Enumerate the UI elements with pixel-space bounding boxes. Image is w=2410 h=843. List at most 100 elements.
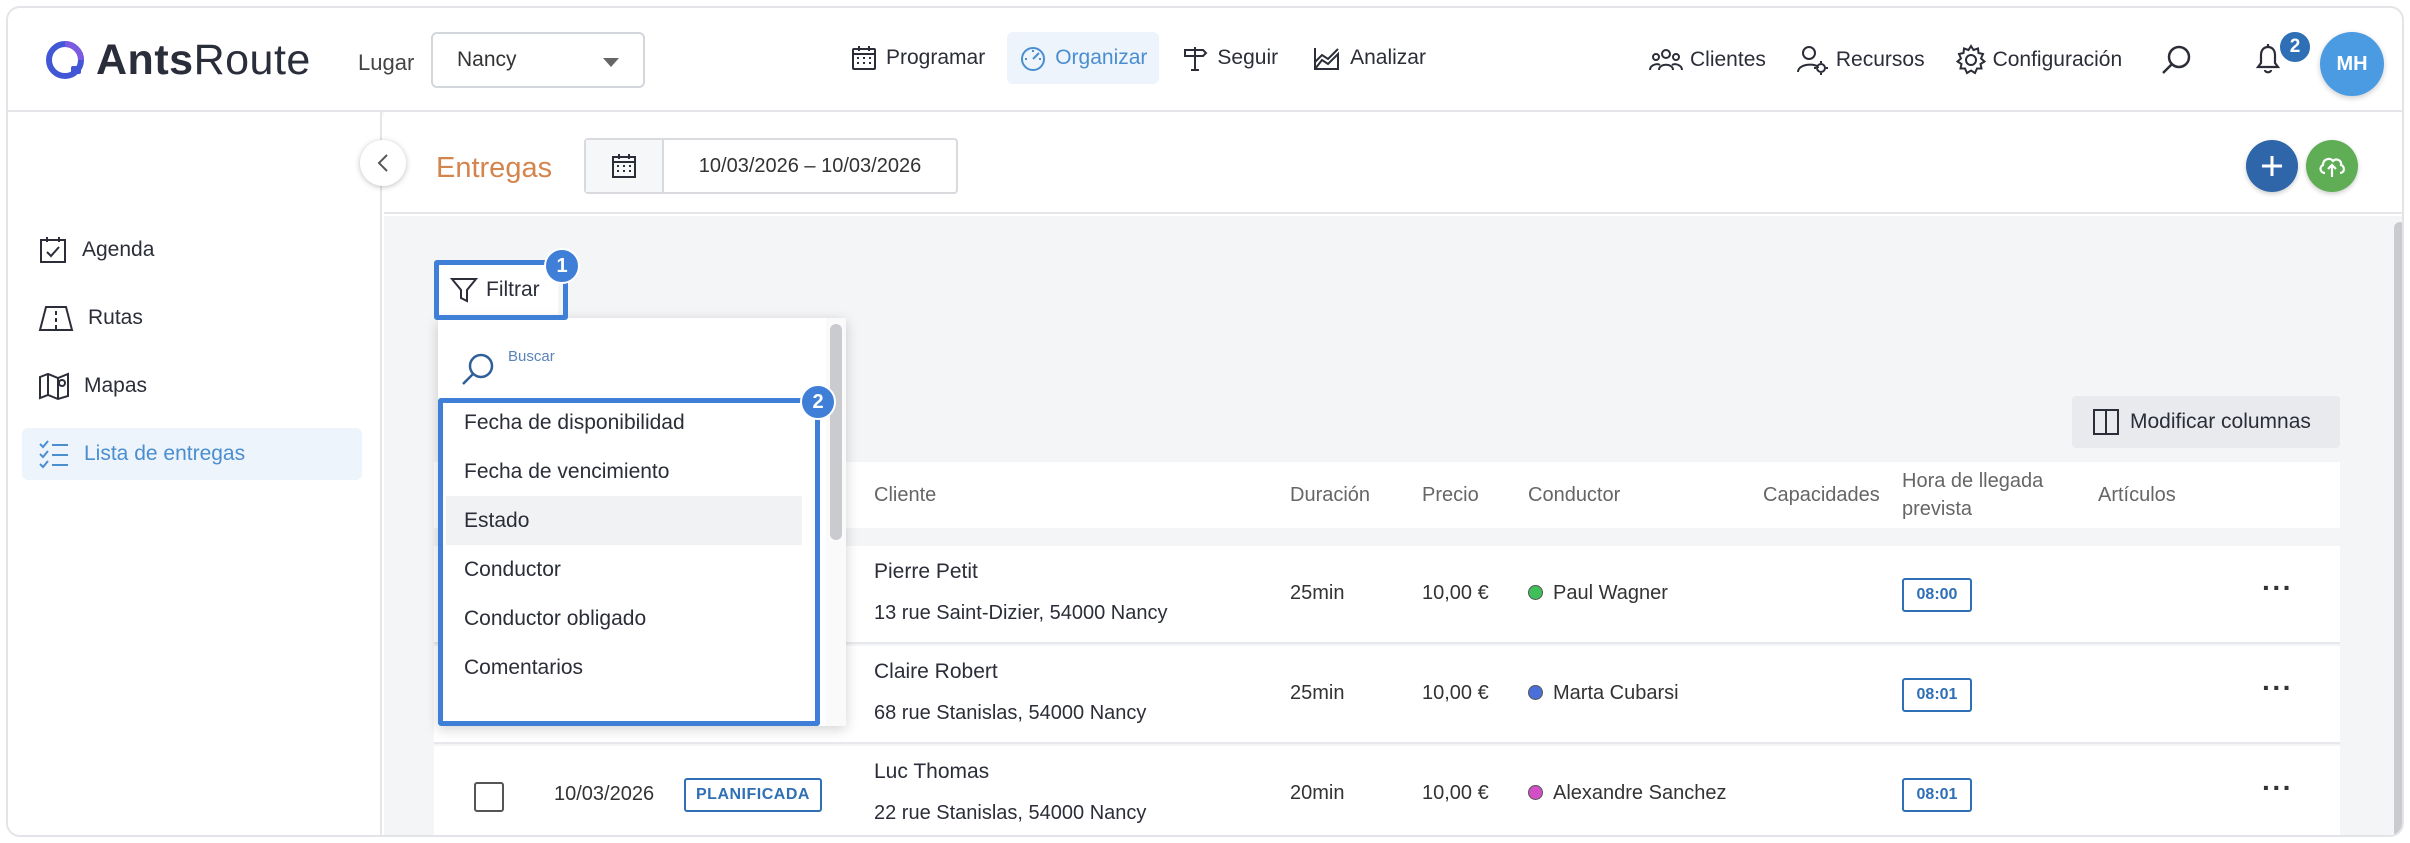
- column-header-hora[interactable]: Hora de llegada prevista: [1902, 462, 2043, 528]
- annotation-marker-2: 2: [800, 384, 836, 420]
- sidebar: Agenda Rutas Mapas Lista de entregas: [8, 112, 382, 835]
- main-scrollbar[interactable]: [2394, 222, 2402, 835]
- nav-analizar[interactable]: Analizar: [1300, 32, 1438, 84]
- nav-clientes-label: Clientes: [1690, 48, 1766, 71]
- date-cell: 10/03/2026: [554, 783, 655, 805]
- price-cell: 10,00 €: [1422, 782, 1489, 804]
- driver-color-dot: [1528, 785, 1543, 800]
- routes-icon: [38, 306, 74, 331]
- nav-programar-label: Programar: [886, 46, 986, 69]
- duration-cell: 20min: [1290, 782, 1345, 804]
- chevron-down-icon: [603, 58, 619, 67]
- nav-organizar[interactable]: Organizar: [1007, 32, 1160, 84]
- modify-columns-button[interactable]: Modificar columnas: [2072, 396, 2340, 448]
- client-name: Luc Thomas: [874, 760, 990, 783]
- filter-option[interactable]: Estado: [446, 496, 802, 545]
- map-icon: [39, 372, 69, 401]
- sidebar-item-label: Mapas: [84, 374, 148, 397]
- filter-button[interactable]: Filtrar: [434, 264, 558, 316]
- page-header: Entregas 10/03/2026 – 10/03/2026: [384, 112, 2402, 214]
- client-name: Pierre Petit: [874, 560, 978, 583]
- driver-cell: Alexandre Sanchez: [1528, 782, 1726, 805]
- nav-seguir[interactable]: Seguir: [1169, 32, 1290, 84]
- column-header-duracion[interactable]: Duración: [1290, 462, 1370, 528]
- signpost-icon: [1184, 47, 1208, 71]
- column-header-cliente[interactable]: Cliente: [874, 462, 936, 528]
- nav-recursos[interactable]: Recursos: [1796, 34, 1925, 86]
- search-icon: [462, 353, 494, 385]
- driver-name: Alexandre Sanchez: [1553, 782, 1727, 804]
- row-checkbox[interactable]: [474, 782, 504, 812]
- filter-dropdown: Buscar Fecha de disponibilidad Fecha de …: [438, 318, 846, 726]
- user-avatar[interactable]: MH: [2320, 32, 2384, 96]
- filter-option[interactable]: Fecha de vencimiento: [446, 447, 802, 496]
- search-button[interactable]: [2152, 34, 2200, 86]
- nav-recursos-label: Recursos: [1835, 48, 1925, 71]
- column-header-precio[interactable]: Precio: [1422, 462, 1479, 528]
- more-options-icon[interactable]: ···: [2262, 672, 2293, 704]
- calendar-icon: [852, 46, 876, 70]
- filter-option[interactable]: Conductor obligado: [446, 594, 802, 643]
- client-address: 68 rue Stanislas, 54000 Nancy: [874, 702, 1147, 724]
- duration-cell: 25min: [1290, 582, 1345, 604]
- driver-color-dot: [1528, 585, 1543, 600]
- upload-button[interactable]: [2306, 140, 2358, 192]
- search-icon: [2162, 45, 2191, 74]
- duration-cell: 25min: [1290, 682, 1345, 704]
- sidebar-item-label: Rutas: [88, 306, 143, 329]
- nav-configuracion[interactable]: Configuración: [1955, 34, 2122, 86]
- columns-icon: [2093, 409, 2119, 435]
- nav-seguir-label: Seguir: [1217, 46, 1279, 69]
- nav-organizar-label: Organizar: [1055, 46, 1148, 69]
- chart-icon: [1314, 48, 1340, 70]
- eta-badge: 08:01: [1902, 678, 1972, 712]
- agenda-icon: [40, 237, 66, 263]
- chevron-left-icon: [377, 154, 388, 172]
- gear-icon: [1955, 44, 1986, 75]
- calendar-icon: [612, 154, 636, 178]
- sidebar-item-label: Agenda: [82, 238, 155, 261]
- filter-option[interactable]: Comentarios: [446, 643, 802, 692]
- column-header-hora-line1: Hora de llegada: [1902, 470, 2044, 492]
- client-name: Claire Robert: [874, 660, 998, 683]
- app-window: AntsRoute Lugar Nancy Programar Organiza…: [6, 6, 2404, 837]
- resources-icon: [1796, 46, 1828, 75]
- collapse-sidebar-button[interactable]: [360, 140, 406, 186]
- price-cell: 10,00 €: [1422, 682, 1489, 704]
- notification-count-badge: 2: [2278, 30, 2312, 64]
- filter-search-input[interactable]: Buscar: [508, 348, 555, 365]
- column-header-capacidades[interactable]: Capacidades: [1763, 462, 1880, 528]
- filter-option[interactable]: Fecha de disponibilidad: [446, 398, 802, 447]
- logo-icon: [46, 41, 84, 79]
- place-select[interactable]: Nancy: [431, 32, 645, 88]
- nav-programar[interactable]: Programar: [838, 32, 997, 84]
- cloud-upload-icon: [2319, 157, 2345, 177]
- price-cell: 10,00 €: [1422, 582, 1489, 604]
- column-header-conductor[interactable]: Conductor: [1528, 462, 1620, 528]
- driver-cell: Paul Wagner: [1528, 582, 1668, 605]
- sidebar-item-agenda[interactable]: Agenda: [22, 224, 362, 276]
- dropdown-scrollbar-thumb[interactable]: [830, 324, 842, 540]
- table-row[interactable]: 10/03/2026 PLANIFICADA Luc Thomas 22 rue…: [434, 746, 2340, 835]
- sidebar-item-lista-de-entregas[interactable]: Lista de entregas: [22, 428, 362, 480]
- eta-badge: 08:01: [1902, 778, 1972, 812]
- filter-option[interactable]: Conductor: [446, 545, 802, 594]
- driver-cell: Marta Cubarsi: [1528, 682, 1679, 705]
- more-options-icon[interactable]: ···: [2262, 772, 2293, 804]
- antsroute-logo[interactable]: AntsRoute: [44, 32, 311, 88]
- modify-columns-label: Modificar columnas: [2130, 410, 2311, 433]
- top-bar: AntsRoute Lugar Nancy Programar Organiza…: [8, 8, 2402, 112]
- date-picker-button[interactable]: [586, 140, 664, 192]
- more-options-icon[interactable]: ···: [2262, 572, 2293, 604]
- clients-icon: [1649, 49, 1683, 71]
- nav-clientes[interactable]: Clientes: [1648, 34, 1766, 86]
- column-header-articulos[interactable]: Artículos: [2098, 462, 2176, 528]
- date-range-picker[interactable]: 10/03/2026 – 10/03/2026: [584, 138, 958, 194]
- sidebar-item-mapas[interactable]: Mapas: [22, 360, 362, 412]
- client-address: 22 rue Stanislas, 54000 Nancy: [874, 802, 1147, 824]
- add-button[interactable]: [2246, 140, 2298, 192]
- place-select-value: Nancy: [457, 48, 517, 71]
- nav-analizar-label: Analizar: [1350, 46, 1426, 69]
- sidebar-item-rutas[interactable]: Rutas: [22, 292, 362, 344]
- eta-badge: 08:00: [1902, 578, 1972, 612]
